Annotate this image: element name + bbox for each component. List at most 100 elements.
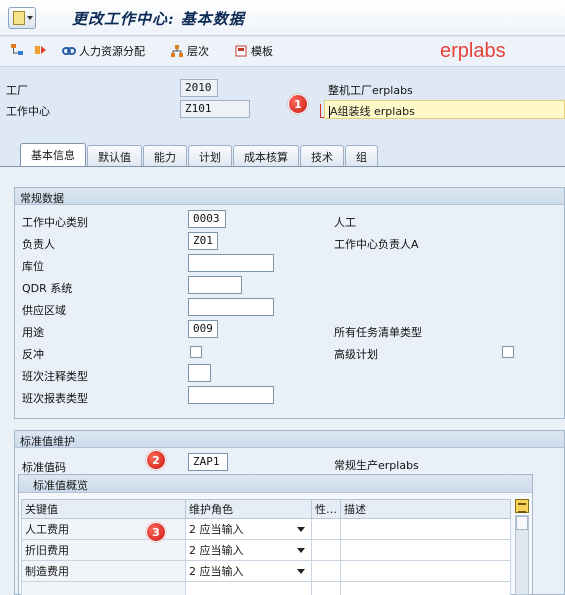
annotation-badge-3: 3 <box>146 522 166 542</box>
dropdown-arrow-icon <box>297 547 305 553</box>
wc-category-label: 工作中心类别 <box>22 216 88 229</box>
column-settings-icon[interactable] <box>515 499 529 513</box>
tab-group[interactable]: 组 <box>345 145 378 166</box>
tab-strip: 基本信息 默认值 能力 计划 成本核算 技术 组 <box>20 143 379 167</box>
usage-field[interactable]: 009 <box>188 320 218 338</box>
chain-link-icon <box>62 47 76 55</box>
table-row: 制造费用 2 应当输入 <box>21 560 511 582</box>
template-label: 模板 <box>251 45 273 58</box>
general-data-title: 常规数据 <box>15 188 564 205</box>
description-cell[interactable] <box>340 581 511 595</box>
org-tree-icon <box>11 44 23 55</box>
template-button[interactable]: 模板 <box>234 43 273 59</box>
description-cell[interactable] <box>340 518 511 540</box>
shift-note-type-field[interactable] <box>188 364 211 382</box>
hierarchy-label: 层次 <box>187 45 209 58</box>
storage-location-label: 库位 <box>22 260 44 273</box>
property-cell[interactable] <box>311 539 341 561</box>
standard-value-key-label: 标准值码 <box>22 461 66 474</box>
scrollbar-thumb[interactable] <box>516 516 528 530</box>
role-value: 2 应当输入 <box>189 544 244 557</box>
key-cell: 折旧费用 <box>21 539 186 561</box>
role-value: 2 应当输入 <box>189 565 244 578</box>
supply-area-label: 供应区域 <box>22 304 66 317</box>
person-responsible-label: 负责人 <box>22 238 55 251</box>
description-cell[interactable] <box>340 539 511 561</box>
usage-description: 所有任务清单类型 <box>334 326 422 339</box>
tab-basic-info[interactable]: 基本信息 <box>20 143 86 166</box>
plant-field[interactable]: 2010 <box>180 79 218 97</box>
column-header-key[interactable]: 关键值 <box>21 499 186 519</box>
dropdown-arrow-icon <box>297 568 305 574</box>
page-title: 更改工作中心: 基本数据 <box>72 10 245 28</box>
description-cell[interactable] <box>340 560 511 582</box>
supply-area-field[interactable] <box>188 298 274 316</box>
dropdown-arrow-icon <box>297 526 305 532</box>
chevron-down-icon <box>27 16 33 20</box>
qdr-system-field[interactable] <box>188 276 242 294</box>
shift-report-type-field[interactable] <box>188 386 274 404</box>
annotation-badge-2: 2 <box>146 450 166 470</box>
standard-value-key-description: 常规生产erplabs <box>334 459 419 472</box>
hierarchy-button[interactable]: 层次 <box>170 43 209 59</box>
person-responsible-field[interactable]: Z01 <box>188 232 218 250</box>
template-icon <box>235 45 247 57</box>
shift-report-type-label: 班次报表类型 <box>22 392 88 405</box>
tab-capacity[interactable]: 能力 <box>143 145 187 166</box>
work-center-description-input[interactable]: A组装线 erplabs <box>324 100 565 119</box>
shift-note-type-label: 班次注释类型 <box>22 370 88 383</box>
person-responsible-description: 工作中心负责人A <box>334 238 419 251</box>
property-cell[interactable] <box>311 518 341 540</box>
role-dropdown[interactable]: 2 应当输入 <box>185 539 312 561</box>
hr-assignment-label: 人力资源分配 <box>79 45 145 58</box>
role-cell[interactable] <box>185 581 312 595</box>
title-bar: 更改工作中心: 基本数据 <box>0 0 565 36</box>
column-header-role[interactable]: 维护角色 <box>185 499 312 519</box>
table-row <box>21 581 511 595</box>
key-cell: 制造费用 <box>21 560 186 582</box>
property-cell[interactable] <box>311 560 341 582</box>
standard-value-key-field[interactable]: ZAP1 <box>188 453 228 471</box>
table-scrollbar[interactable] <box>515 515 529 595</box>
arrow-right-icon <box>35 46 46 54</box>
wc-category-field[interactable]: 0003 <box>188 210 226 228</box>
hr-assignment-button[interactable]: 人力资源分配 <box>62 43 145 59</box>
column-header-property[interactable]: 性… <box>311 499 341 519</box>
work-center-description-value: A组装线 erplabs <box>330 105 415 118</box>
work-center-label: 工作中心 <box>6 105 50 118</box>
annotation-badge-1: 1 <box>288 94 308 114</box>
org-structure-button[interactable] <box>10 43 24 57</box>
wc-category-description: 人工 <box>334 216 356 229</box>
tab-technical[interactable]: 技术 <box>300 145 344 166</box>
column-header-description[interactable]: 描述 <box>340 499 511 519</box>
application-toolbar: 人力资源分配 层次 模板 erplabs <box>0 37 565 67</box>
system-menu-button[interactable] <box>8 7 36 29</box>
key-cell <box>21 581 186 595</box>
storage-location-field[interactable] <box>188 254 274 272</box>
overview-title: 标准值概览 <box>19 475 532 493</box>
property-cell[interactable] <box>311 581 341 595</box>
work-center-field[interactable]: Z101 <box>180 100 250 118</box>
tab-scheduling[interactable]: 计划 <box>188 145 232 166</box>
tab-costing[interactable]: 成本核算 <box>233 145 299 166</box>
role-dropdown[interactable]: 2 应当输入 <box>185 560 312 582</box>
backflush-label: 反冲 <box>22 348 44 361</box>
usage-label: 用途 <box>22 326 44 339</box>
role-dropdown[interactable]: 2 应当输入 <box>185 518 312 540</box>
standard-value-title: 标准值维护 <box>15 431 564 448</box>
table-row: 人工费用 2 应当输入 <box>21 518 511 540</box>
navigate-button[interactable] <box>34 43 48 57</box>
general-data-group: 常规数据 <box>14 187 565 419</box>
menu-icon <box>13 11 25 25</box>
hierarchy-icon <box>171 45 183 57</box>
brand-watermark: erplabs <box>440 40 506 62</box>
tab-defaults[interactable]: 默认值 <box>87 145 142 166</box>
plant-label: 工厂 <box>6 84 28 97</box>
table-row: 折旧费用 2 应当输入 <box>21 539 511 561</box>
advanced-planning-checkbox[interactable] <box>502 346 514 358</box>
plant-description: 整机工厂erplabs <box>328 84 413 97</box>
advanced-planning-label: 高级计划 <box>334 348 378 361</box>
qdr-system-label: QDR 系统 <box>22 282 73 295</box>
backflush-checkbox[interactable] <box>190 346 202 358</box>
standard-value-overview: 标准值概览 关键值 维护角色 性… 描述 人工费用 2 应当输入 折旧费用 2 … <box>18 474 533 595</box>
